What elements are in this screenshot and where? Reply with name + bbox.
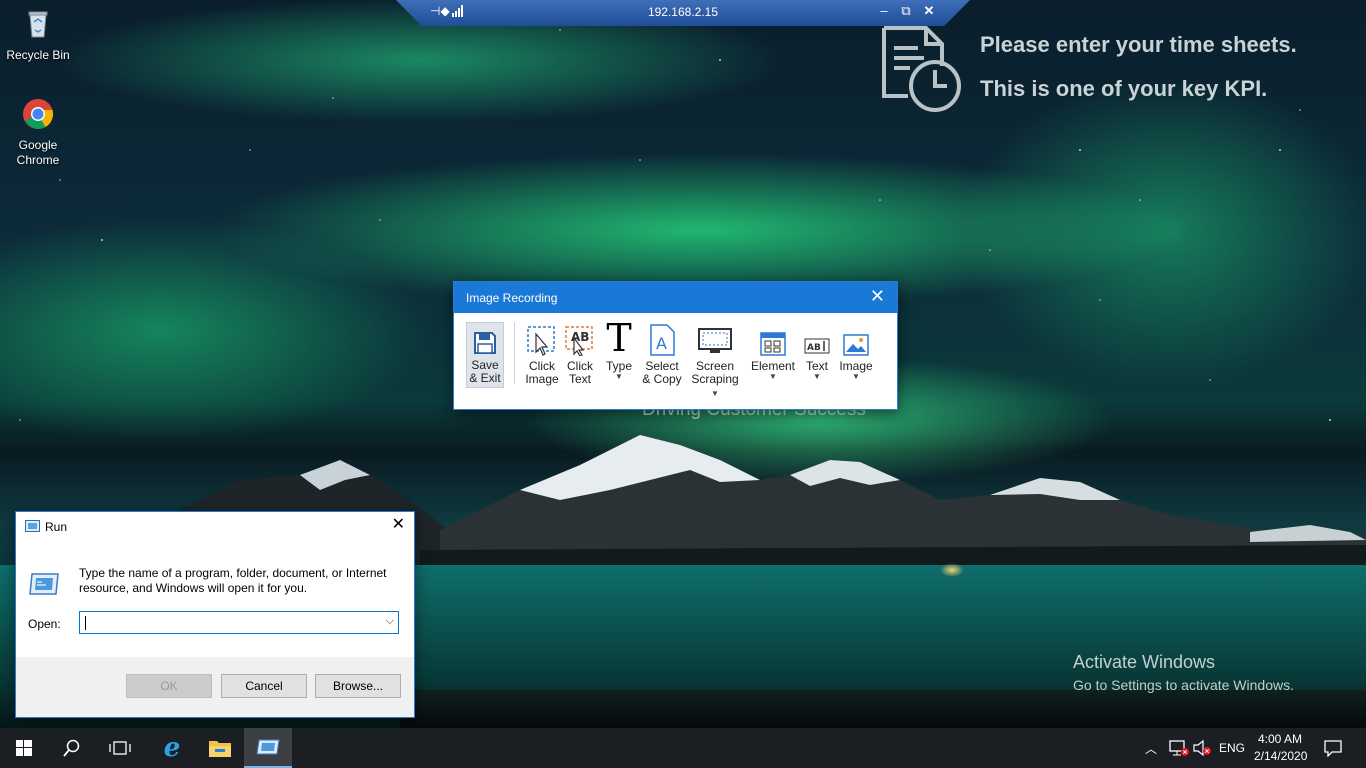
tool-label: & Exit bbox=[469, 371, 501, 385]
chevron-down-icon[interactable]: ▼ bbox=[800, 373, 834, 381]
start-icon bbox=[16, 740, 32, 756]
ok-button[interactable]: OK bbox=[126, 674, 212, 698]
chevron-down-icon[interactable]: ▼ bbox=[838, 373, 874, 381]
close-icon[interactable]: ✕ bbox=[920, 3, 938, 19]
tool-label: Scraping bbox=[691, 372, 739, 386]
cancel-button[interactable]: Cancel bbox=[221, 674, 307, 698]
network-error-icon bbox=[1169, 740, 1189, 756]
click-image-icon bbox=[527, 326, 555, 356]
input-language-indicator[interactable]: ENG bbox=[1219, 728, 1245, 768]
minimize-icon[interactable]: – bbox=[875, 3, 893, 18]
file-explorer-taskbar-button[interactable] bbox=[196, 728, 244, 768]
text-icon: AB bbox=[804, 338, 830, 354]
window-title: Run bbox=[45, 520, 68, 534]
image-recording-titlebar[interactable]: Image Recording ✕ bbox=[454, 282, 897, 313]
open-label: Open: bbox=[28, 617, 61, 631]
taskbar: e ︿ ENG 4:00 AM 2/14/2020 bbox=[0, 728, 1366, 768]
toolbar-divider bbox=[514, 322, 515, 384]
tool-label: & Copy bbox=[642, 372, 682, 386]
file-explorer-icon bbox=[209, 741, 231, 757]
run-dialog: Run ✕ Type the name of a program, folder… bbox=[15, 511, 415, 718]
recording-toolbar: Save & Exit Click Image AB Click Text T … bbox=[454, 316, 897, 398]
rocky-shore bbox=[400, 690, 1366, 728]
activate-windows-watermark: Activate Windows Go to Settings to activ… bbox=[1073, 652, 1294, 693]
desktop-icon-label: Google Chrome bbox=[16, 138, 60, 167]
element-button[interactable]: Element ▼ bbox=[749, 320, 797, 381]
run-titlebar[interactable]: Run ✕ bbox=[16, 512, 414, 541]
volume-muted-icon bbox=[1193, 739, 1211, 757]
remote-desktop-connection-bar[interactable]: ⊣◆ 192.168.2.15 – ⧉ ✕ bbox=[396, 0, 970, 26]
window-title: Image Recording bbox=[466, 291, 558, 305]
open-combobox[interactable]: ⌵ bbox=[79, 611, 399, 634]
text-button[interactable]: AB Text ▼ bbox=[800, 320, 834, 381]
svg-text:AB: AB bbox=[807, 343, 821, 353]
start-button[interactable] bbox=[0, 728, 48, 768]
notifications-icon bbox=[1324, 740, 1342, 757]
action-center-button[interactable] bbox=[1324, 728, 1342, 768]
floppy-disk-icon bbox=[474, 332, 496, 354]
click-image-button[interactable]: Click Image bbox=[522, 320, 562, 386]
desktop-icon-google-chrome[interactable]: Google Chrome bbox=[0, 98, 76, 168]
clock-date: 2/14/2020 bbox=[1254, 749, 1308, 763]
click-text-icon: AB bbox=[565, 326, 593, 356]
type-icon: T bbox=[606, 316, 632, 360]
screen-scraping-icon bbox=[698, 328, 732, 353]
village-light bbox=[940, 563, 964, 577]
internet-explorer-icon: e bbox=[163, 733, 181, 763]
internet-explorer-taskbar-button[interactable]: e bbox=[148, 728, 196, 768]
image-icon bbox=[843, 334, 869, 356]
network-status[interactable] bbox=[1168, 728, 1190, 768]
show-hidden-icons-button[interactable]: ︿ bbox=[1145, 728, 1157, 768]
click-text-button[interactable]: AB Click Text bbox=[562, 320, 598, 386]
type-button[interactable]: T Type ▼ bbox=[602, 316, 636, 381]
run-description: Type the name of a program, folder, docu… bbox=[79, 566, 387, 595]
desktop-icon-label: Recycle Bin bbox=[6, 48, 70, 62]
recycle-bin-icon bbox=[28, 11, 48, 38]
activate-subtitle: Go to Settings to activate Windows. bbox=[1073, 677, 1294, 693]
run-app-icon bbox=[256, 739, 280, 755]
search-icon bbox=[63, 739, 80, 757]
taskbar-clock[interactable]: 4:00 AM 2/14/2020 bbox=[1254, 731, 1308, 765]
timesheet-message-line1: Please enter your time sheets. bbox=[980, 32, 1297, 57]
clock-time: 4:00 AM bbox=[1257, 732, 1303, 746]
screen-scraping-button[interactable]: Screen Scraping ▼ bbox=[687, 320, 743, 399]
image-button[interactable]: Image ▼ bbox=[838, 320, 874, 381]
chevron-down-icon[interactable]: ▼ bbox=[602, 373, 636, 381]
run-app-icon bbox=[25, 520, 40, 532]
tool-label: Image bbox=[525, 372, 559, 386]
restore-icon[interactable]: ⧉ bbox=[897, 3, 915, 19]
task-view-button[interactable] bbox=[96, 728, 144, 768]
image-recording-window: Image Recording ✕ Save & Exit Click Imag… bbox=[453, 281, 898, 410]
save-exit-button[interactable]: Save & Exit bbox=[466, 322, 504, 388]
search-button[interactable] bbox=[48, 728, 96, 768]
chevron-up-icon: ︿ bbox=[1145, 741, 1158, 756]
task-view-icon bbox=[109, 741, 131, 755]
select-copy-button[interactable]: A Select & Copy bbox=[640, 320, 684, 386]
close-icon[interactable]: ✕ bbox=[870, 287, 885, 305]
close-icon[interactable]: ✕ bbox=[392, 517, 405, 533]
timesheet-message-line2: This is one of your key KPI. bbox=[980, 76, 1268, 101]
run-body: Type the name of a program, folder, docu… bbox=[16, 541, 414, 657]
desktop-icon-recycle-bin[interactable]: Recycle Bin bbox=[0, 8, 76, 63]
chrome-icon bbox=[23, 99, 54, 129]
chevron-down-icon[interactable]: ▼ bbox=[711, 389, 719, 398]
svg-text:A: A bbox=[656, 334, 667, 353]
run-taskbar-button[interactable] bbox=[244, 728, 292, 768]
chevron-down-icon[interactable]: ⌵ bbox=[386, 615, 394, 628]
browse-button[interactable]: Browse... bbox=[315, 674, 401, 698]
text-cursor bbox=[85, 616, 86, 630]
tool-label: Text bbox=[568, 372, 591, 386]
chevron-down-icon[interactable]: ▼ bbox=[749, 373, 797, 381]
run-program-icon bbox=[29, 573, 59, 595]
volume-control[interactable] bbox=[1192, 728, 1212, 768]
select-copy-icon: A bbox=[650, 324, 675, 356]
activate-title: Activate Windows bbox=[1073, 652, 1216, 672]
timesheet-clock-icon bbox=[882, 26, 961, 112]
element-icon bbox=[760, 332, 786, 356]
